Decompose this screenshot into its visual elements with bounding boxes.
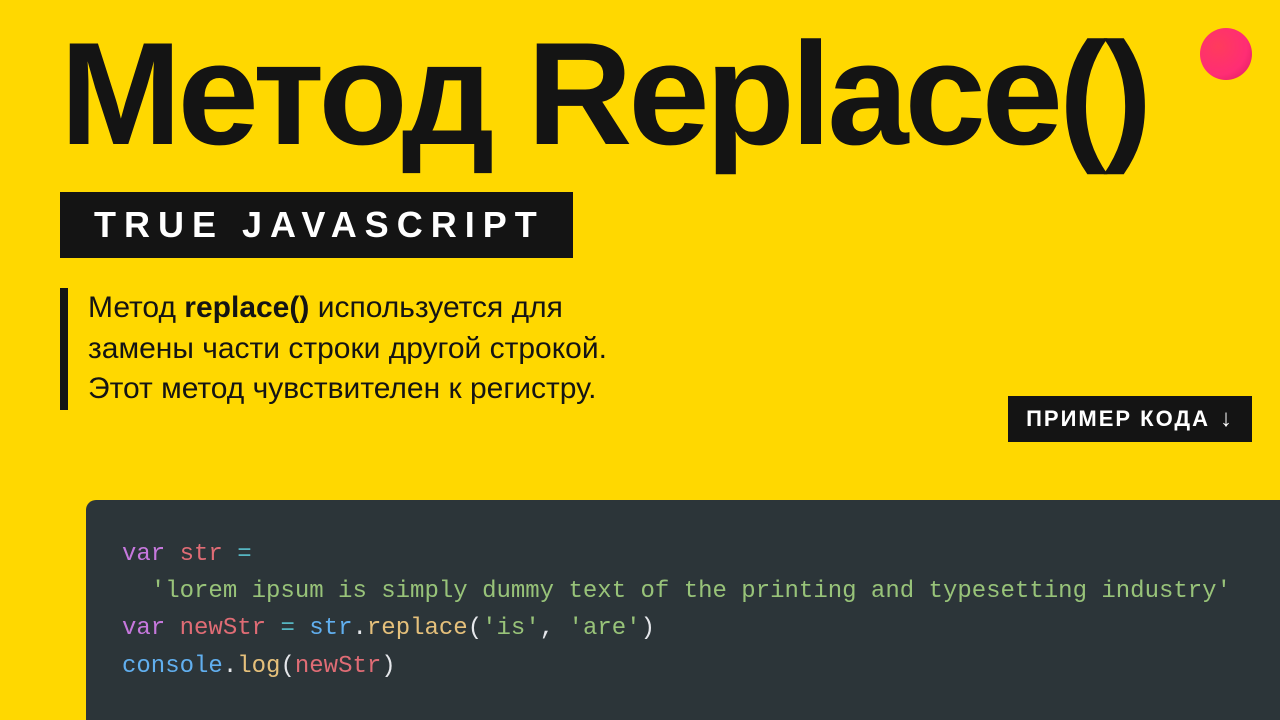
code-identifier: console: [122, 653, 223, 680]
accent-dot: [1200, 28, 1252, 80]
example-label: ПРИМЕР КОДА ↓: [1008, 396, 1252, 442]
code-punct: ): [381, 653, 395, 680]
code-punct: ): [641, 615, 655, 642]
code-string: 'is': [482, 615, 540, 642]
page-title: Метод Replace(): [60, 10, 1148, 178]
code-operator: =: [237, 541, 251, 568]
code-method: replace: [367, 615, 468, 642]
code-operator: =: [280, 615, 294, 642]
series-badge: TRUE JAVASCRIPT: [60, 192, 573, 258]
description-accent-bar: [60, 288, 68, 410]
code-example: var str = 'lorem ipsum is simply dummy t…: [86, 500, 1280, 720]
code-string: 'are': [569, 615, 641, 642]
code-identifier: str: [180, 541, 223, 568]
code-identifier: newStr: [295, 653, 381, 680]
code-keyword: var: [122, 541, 165, 568]
code-punct: (: [280, 653, 294, 680]
code-identifier: newStr: [180, 615, 266, 642]
example-label-text: ПРИМЕР КОДА: [1026, 406, 1210, 432]
code-punct: .: [352, 615, 366, 642]
code-method: log: [237, 653, 280, 680]
code-punct: .: [223, 653, 237, 680]
desc-bold: replace(): [184, 291, 309, 324]
description-text: Метод replace() используется для замены …: [88, 288, 608, 410]
code-identifier: str: [309, 615, 352, 642]
description-block: Метод replace() используется для замены …: [60, 288, 608, 410]
desc-pre: Метод: [88, 291, 184, 324]
code-keyword: var: [122, 615, 165, 642]
code-punct: ,: [540, 615, 569, 642]
arrow-down-icon: ↓: [1220, 407, 1234, 431]
code-punct: (: [468, 615, 482, 642]
code-string: 'lorem ipsum is simply dummy text of the…: [151, 578, 1231, 605]
